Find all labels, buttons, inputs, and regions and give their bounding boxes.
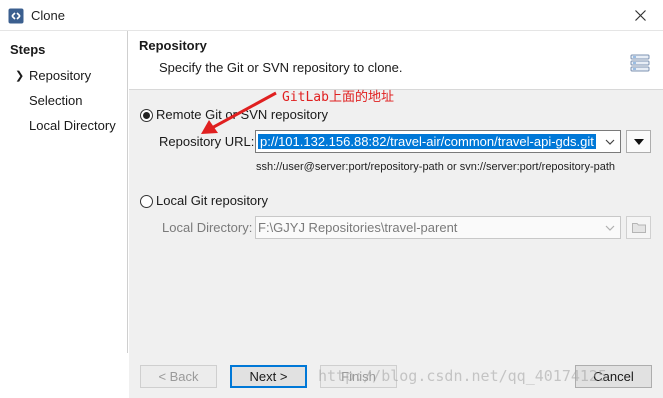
local-directory-input[interactable]: F:\GJYJ Repositories\travel-parent <box>255 216 621 239</box>
local-directory-value: F:\GJYJ Repositories\travel-parent <box>258 220 458 235</box>
folder-icon <box>631 223 646 233</box>
repository-url-input[interactable]: p://101.132.156.88:82/travel-air/common/… <box>255 130 621 153</box>
steps-title: Steps <box>10 42 46 57</box>
local-directory-label: Local Directory: <box>162 220 253 235</box>
close-icon <box>634 10 646 21</box>
chevron-down-icon <box>600 217 620 238</box>
chevron-down-icon[interactable] <box>600 131 620 152</box>
annotation-arrow-icon <box>201 91 277 134</box>
back-button[interactable]: < Back <box>140 365 217 388</box>
url-format-hint: ssh://user@server:port/repository-path o… <box>256 161 616 173</box>
window-title: Clone <box>31 8 65 23</box>
browse-folder-button[interactable] <box>626 216 651 239</box>
git-clone-icon <box>8 8 24 24</box>
chevron-right-icon: ❯ <box>15 70 25 82</box>
repository-icon <box>630 54 650 72</box>
triangle-down-icon <box>633 138 644 145</box>
annotation-text: GitLab上面的地址 <box>282 90 394 105</box>
step-repository[interactable]: Repository <box>29 68 91 83</box>
local-repo-label: Local Git repository <box>156 193 268 208</box>
page-description: Specify the Git or SVN repository to clo… <box>159 60 403 75</box>
repository-url-value: p://101.132.156.88:82/travel-air/common/… <box>258 134 596 149</box>
url-history-button[interactable] <box>626 130 651 153</box>
local-repo-radio[interactable] <box>140 195 153 208</box>
step-local-directory[interactable]: Local Directory <box>29 118 116 133</box>
close-button[interactable] <box>617 0 663 31</box>
next-button[interactable]: Next > <box>230 365 307 388</box>
page-header: Repository Specify the Git or SVN reposi… <box>129 31 663 89</box>
watermark: http://blog.csdn.net/qq_40174125 <box>318 367 607 385</box>
step-selection[interactable]: Selection <box>29 93 82 108</box>
repository-url-label: Repository URL: <box>159 134 255 149</box>
remote-repo-radio[interactable] <box>140 109 153 122</box>
title-bar: Clone <box>0 0 663 31</box>
page-title: Repository <box>139 38 207 53</box>
steps-panel: Steps ❯ Repository Selection Local Direc… <box>0 31 128 353</box>
